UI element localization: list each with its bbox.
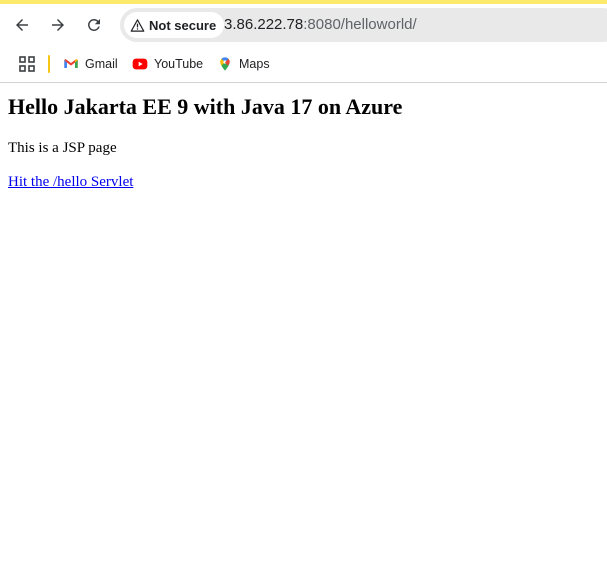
apps-grid-icon — [19, 56, 35, 72]
forward-button[interactable] — [42, 9, 74, 41]
servlet-link-paragraph: Hit the /hello Servlet — [8, 173, 599, 191]
reload-button[interactable] — [78, 9, 110, 41]
bookmark-label: Maps — [239, 57, 270, 71]
arrow-left-icon — [16, 19, 28, 31]
gmail-icon — [64, 59, 78, 68]
bookmarks-divider — [48, 55, 50, 73]
bookmark-youtube[interactable]: YouTube — [132, 52, 203, 76]
bookmark-gmail[interactable]: Gmail — [63, 52, 118, 76]
url-host: 3.86.222.78 — [224, 16, 304, 33]
hello-servlet-link[interactable]: Hit the /hello Servlet — [8, 174, 133, 190]
youtube-icon — [132, 58, 148, 70]
security-status-label: Not secure — [149, 17, 217, 33]
page-paragraph: This is a JSP page — [8, 140, 117, 156]
arrow-right-icon — [52, 19, 64, 31]
address-bar[interactable]: Not secure 3.86.222.78:8080/helloworld/ — [120, 8, 607, 42]
reload-icon — [88, 18, 100, 31]
url-path: :8080/helloworld/ — [303, 16, 417, 33]
site-security-chip[interactable]: Not secure — [124, 12, 225, 38]
bookmark-maps[interactable]: Maps — [217, 52, 270, 76]
page-heading: Hello Jakarta EE 9 with Java 17 on Azure — [8, 94, 403, 119]
back-button[interactable] — [6, 9, 38, 41]
bookmark-label: YouTube — [154, 57, 204, 71]
page-content: Hello Jakarta EE 9 with Java 17 on Azure… — [8, 83, 599, 191]
bookmark-label: Gmail — [85, 57, 118, 71]
warning-triangle-icon — [130, 18, 145, 32]
maps-icon — [220, 57, 230, 71]
browser-toolbar: Not secure 3.86.222.78:8080/helloworld/ — [0, 4, 607, 46]
url-text[interactable]: 3.86.222.78:8080/helloworld/ — [224, 8, 417, 42]
apps-button[interactable] — [15, 52, 39, 76]
bookmarks-bar: Gmail YouTube Maps — [0, 46, 607, 83]
